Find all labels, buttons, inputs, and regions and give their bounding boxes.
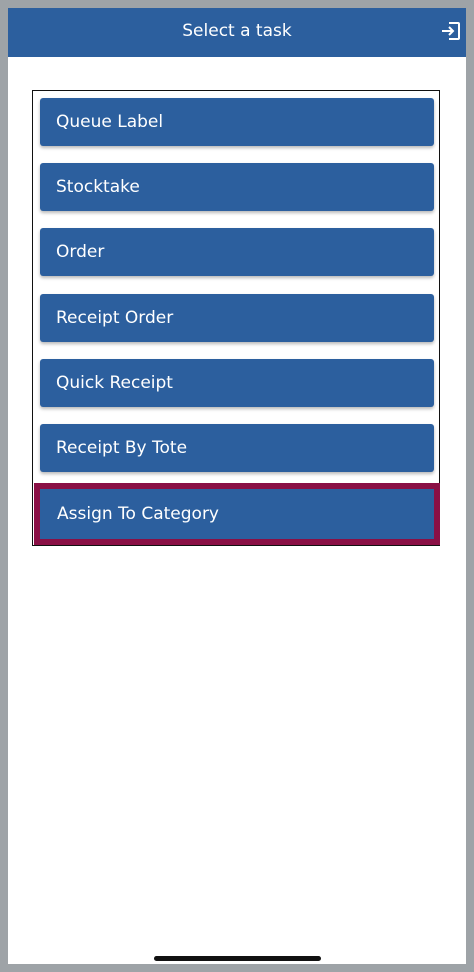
logout-icon <box>442 22 460 40</box>
task-button-assign-to-category[interactable]: Assign To Category <box>34 483 440 545</box>
task-button-receipt-by-tote[interactable]: Receipt By Tote <box>40 424 434 472</box>
home-indicator[interactable] <box>154 956 321 961</box>
task-button-stocktake[interactable]: Stocktake <box>40 163 434 211</box>
task-button-queue-label[interactable]: Queue Label <box>40 98 434 146</box>
app-screen: Select a task Queue Label Stocktake Orde… <box>8 8 466 964</box>
task-button-quick-receipt[interactable]: Quick Receipt <box>40 359 434 407</box>
task-button-order[interactable]: Order <box>40 228 434 276</box>
app-header: Select a task <box>8 8 466 57</box>
page-title: Select a task <box>182 21 292 41</box>
task-button-receipt-order[interactable]: Receipt Order <box>40 294 434 342</box>
logout-button[interactable] <box>440 20 462 42</box>
